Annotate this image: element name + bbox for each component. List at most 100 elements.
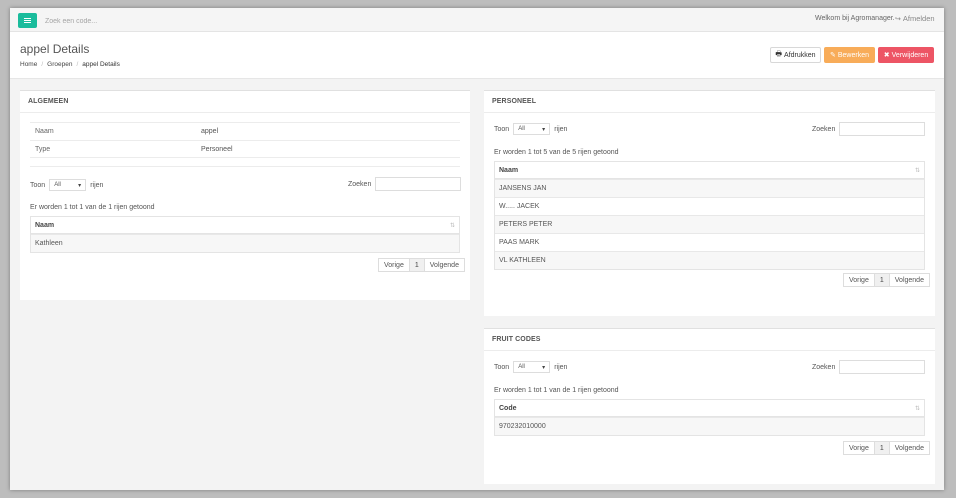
pagination: Vorige 1 Volgende: [378, 258, 465, 272]
sort-icon: ⇅: [449, 222, 455, 229]
logout-label: Afmelden: [902, 14, 935, 23]
page-length-control: Toon All ▾ rijen: [30, 179, 103, 191]
prev-page-button[interactable]: Vorige: [378, 258, 410, 272]
rows-label: rijen: [90, 181, 104, 189]
table-row[interactable]: JANSENS JAN: [495, 179, 924, 197]
page-title: appel Details: [20, 42, 90, 56]
breadcrumb-separator: /: [76, 61, 79, 68]
prev-page-button[interactable]: Vorige: [843, 273, 875, 287]
pagination: Vorige 1 Volgende: [843, 273, 930, 287]
table-row[interactable]: Kathleen: [31, 234, 459, 252]
divider: [30, 166, 460, 167]
delete-button[interactable]: ✖ Verwijderen: [878, 47, 934, 63]
general-fields: Naam appel Type Personeel: [30, 122, 460, 158]
page-length-control: Toon All ▾ rijen: [494, 123, 567, 135]
breadcrumb-home[interactable]: Home: [20, 61, 37, 68]
column-header-code[interactable]: Code ⇅: [495, 400, 924, 417]
field-key: Naam: [35, 128, 54, 135]
page-length-value: All: [518, 364, 525, 370]
panel-title: ALGEMEEN: [20, 91, 470, 113]
menu-toggle-button[interactable]: [18, 13, 37, 28]
next-page-button[interactable]: Volgende: [423, 258, 465, 272]
breadcrumb: Home / Groepen / appel Details: [20, 61, 120, 68]
column-header-naam[interactable]: Naam ⇅: [495, 162, 924, 179]
top-bar: Welkom bij Agromanager. ↪ Afmelden: [10, 8, 944, 32]
edit-button[interactable]: ✎ Bewerken: [824, 47, 875, 63]
panel-title: PERSONEEL: [484, 91, 935, 113]
panel-title: FRUIT CODES: [484, 329, 935, 351]
pencil-icon: ✎: [829, 52, 836, 59]
field-row-naam: Naam appel: [30, 122, 460, 140]
table-row[interactable]: 970232010000: [495, 417, 924, 435]
fruit-codes-panel: FRUIT CODES Toon All ▾ rijen Zoeken Er w…: [484, 328, 935, 484]
table-search: Zoeken: [348, 177, 462, 191]
table-search: Zoeken: [812, 360, 926, 374]
rows-label: rijen: [554, 363, 568, 371]
search-label: Zoeken: [812, 363, 836, 371]
chevron-down-icon: ▾: [78, 182, 82, 189]
breadcrumb-separator: /: [41, 61, 44, 68]
edit-label: Bewerken: [837, 51, 869, 59]
print-button[interactable]: 🖶 Afdrukken: [770, 47, 821, 63]
page-length-select[interactable]: All ▾: [513, 361, 551, 373]
field-row-type: Type Personeel: [30, 140, 460, 158]
personnel-table: Naam ⇅ JANSENS JAN W..... JACEK PETERS P…: [494, 161, 925, 270]
page-header: appel Details Home / Groepen / appel Det…: [10, 32, 944, 79]
hamburger-icon: [24, 17, 31, 24]
print-label: Afdrukken: [784, 51, 816, 59]
column-label: Naam: [35, 221, 55, 229]
page-length-value: All: [518, 126, 525, 132]
search-label: Zoeken: [348, 180, 372, 188]
column-label: Naam: [499, 166, 519, 174]
table-row[interactable]: PAAS MARK: [495, 233, 924, 251]
sort-icon: ⇅: [914, 167, 920, 174]
chevron-down-icon: ▾: [542, 126, 546, 133]
algemeen-panel: ALGEMEEN Naam appel Type Personeel Toon …: [20, 90, 470, 300]
page-length-select[interactable]: All ▾: [513, 123, 551, 135]
welcome-text: Welkom bij Agromanager.: [815, 15, 895, 22]
page-number-button[interactable]: 1: [873, 273, 890, 287]
pagination: Vorige 1 Volgende: [843, 441, 930, 455]
table-search-input[interactable]: [375, 177, 462, 191]
print-icon: 🖶: [775, 50, 783, 58]
app-frame: Welkom bij Agromanager. ↪ Afmelden appel…: [10, 8, 944, 490]
delete-label: Verwijderen: [891, 51, 929, 59]
field-value: Personeel: [201, 145, 233, 153]
fruit-codes-table: Code ⇅ 970232010000: [494, 399, 925, 436]
next-page-button[interactable]: Volgende: [888, 441, 930, 455]
table-info: Er worden 1 tot 1 van de 1 rijen getoond: [494, 387, 619, 394]
table-info: Er worden 1 tot 5 van de 5 rijen getoond: [494, 149, 619, 156]
logout-link[interactable]: ↪ Afmelden: [895, 14, 935, 23]
page-length-control: Toon All ▾ rijen: [494, 361, 567, 373]
code-search-input[interactable]: [45, 15, 245, 27]
page-number-button[interactable]: 1: [408, 258, 425, 272]
page-length-value: All: [54, 182, 61, 188]
sort-icon: ⇅: [914, 405, 920, 412]
breadcrumb-groepen[interactable]: Groepen: [47, 61, 72, 68]
field-value: appel: [201, 128, 219, 135]
chevron-down-icon: ▾: [542, 364, 546, 371]
rows-label: rijen: [554, 125, 568, 133]
page-number-button[interactable]: 1: [873, 441, 890, 455]
close-icon: ✖: [883, 52, 890, 59]
table-info: Er worden 1 tot 1 van de 1 rijen getoond: [30, 204, 155, 211]
table-search: Zoeken: [812, 122, 926, 136]
table-row[interactable]: VL KATHLEEN: [495, 251, 924, 269]
table-search-input[interactable]: [839, 122, 926, 136]
names-table: Naam ⇅ Kathleen: [30, 216, 460, 253]
table-search-input[interactable]: [839, 360, 926, 374]
sign-out-icon: ↪: [895, 15, 901, 23]
next-page-button[interactable]: Volgende: [888, 273, 930, 287]
field-key: Type: [35, 145, 51, 153]
column-header-naam[interactable]: Naam ⇅: [31, 217, 459, 234]
show-label: Toon: [30, 181, 46, 189]
page-length-select[interactable]: All ▾: [49, 179, 87, 191]
table-row[interactable]: PETERS PETER: [495, 215, 924, 233]
personeel-panel: PERSONEEL Toon All ▾ rijen Zoeken Er wor…: [484, 90, 935, 316]
column-label: Code: [499, 404, 517, 412]
search-label: Zoeken: [812, 125, 836, 133]
show-label: Toon: [494, 125, 510, 133]
breadcrumb-current: appel Details: [82, 61, 120, 68]
prev-page-button[interactable]: Vorige: [843, 441, 875, 455]
table-row[interactable]: W..... JACEK: [495, 197, 924, 215]
